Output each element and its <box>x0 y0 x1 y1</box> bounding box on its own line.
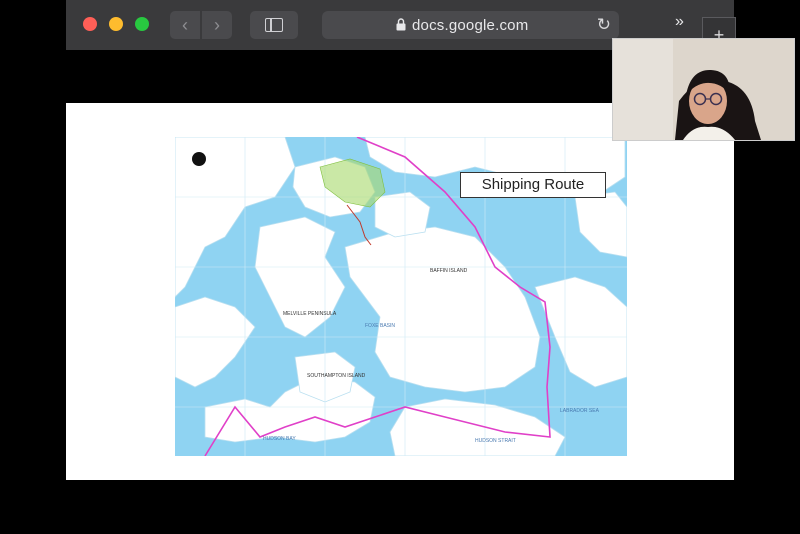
webcam-person-image <box>613 39 794 140</box>
map-label-baffin-island: BAFFIN ISLAND <box>430 268 468 274</box>
webcam-video-tile <box>612 38 795 141</box>
forward-button[interactable]: › <box>202 11 232 39</box>
address-bar[interactable]: docs.google.com ↻ <box>322 11 619 39</box>
map-label-hudson-strait: HUDSON STRAIT <box>475 438 516 444</box>
minimize-window-button[interactable] <box>109 17 123 31</box>
sidebar-icon <box>265 18 283 32</box>
map-label-foxe-basin: FOXE BASIN <box>365 323 395 329</box>
forward-icon: › <box>214 15 220 35</box>
map-label-southampton-island: SOUTHAMPTON ISLAND <box>307 373 366 379</box>
back-button[interactable]: ‹ <box>170 11 200 39</box>
compass-rose-icon <box>192 152 206 166</box>
map-label-melville-peninsula: MELVILLE PENINSULA <box>283 311 337 317</box>
slide-bottom-margin <box>66 480 734 534</box>
shipping-route-label: Shipping Route <box>460 172 606 198</box>
zoom-window-button[interactable] <box>135 17 149 31</box>
map-label-hudson-bay: HUDSON BAY <box>263 436 296 442</box>
lock-icon <box>396 18 406 31</box>
close-window-button[interactable] <box>83 17 97 31</box>
more-icon[interactable]: » <box>675 13 684 31</box>
reload-icon[interactable]: ↻ <box>597 15 611 35</box>
url-text: docs.google.com <box>412 17 529 34</box>
map-label-labrador-sea: LABRADOR SEA <box>560 408 600 414</box>
back-icon: ‹ <box>182 15 188 35</box>
sidebar-toggle-button[interactable] <box>250 11 298 39</box>
